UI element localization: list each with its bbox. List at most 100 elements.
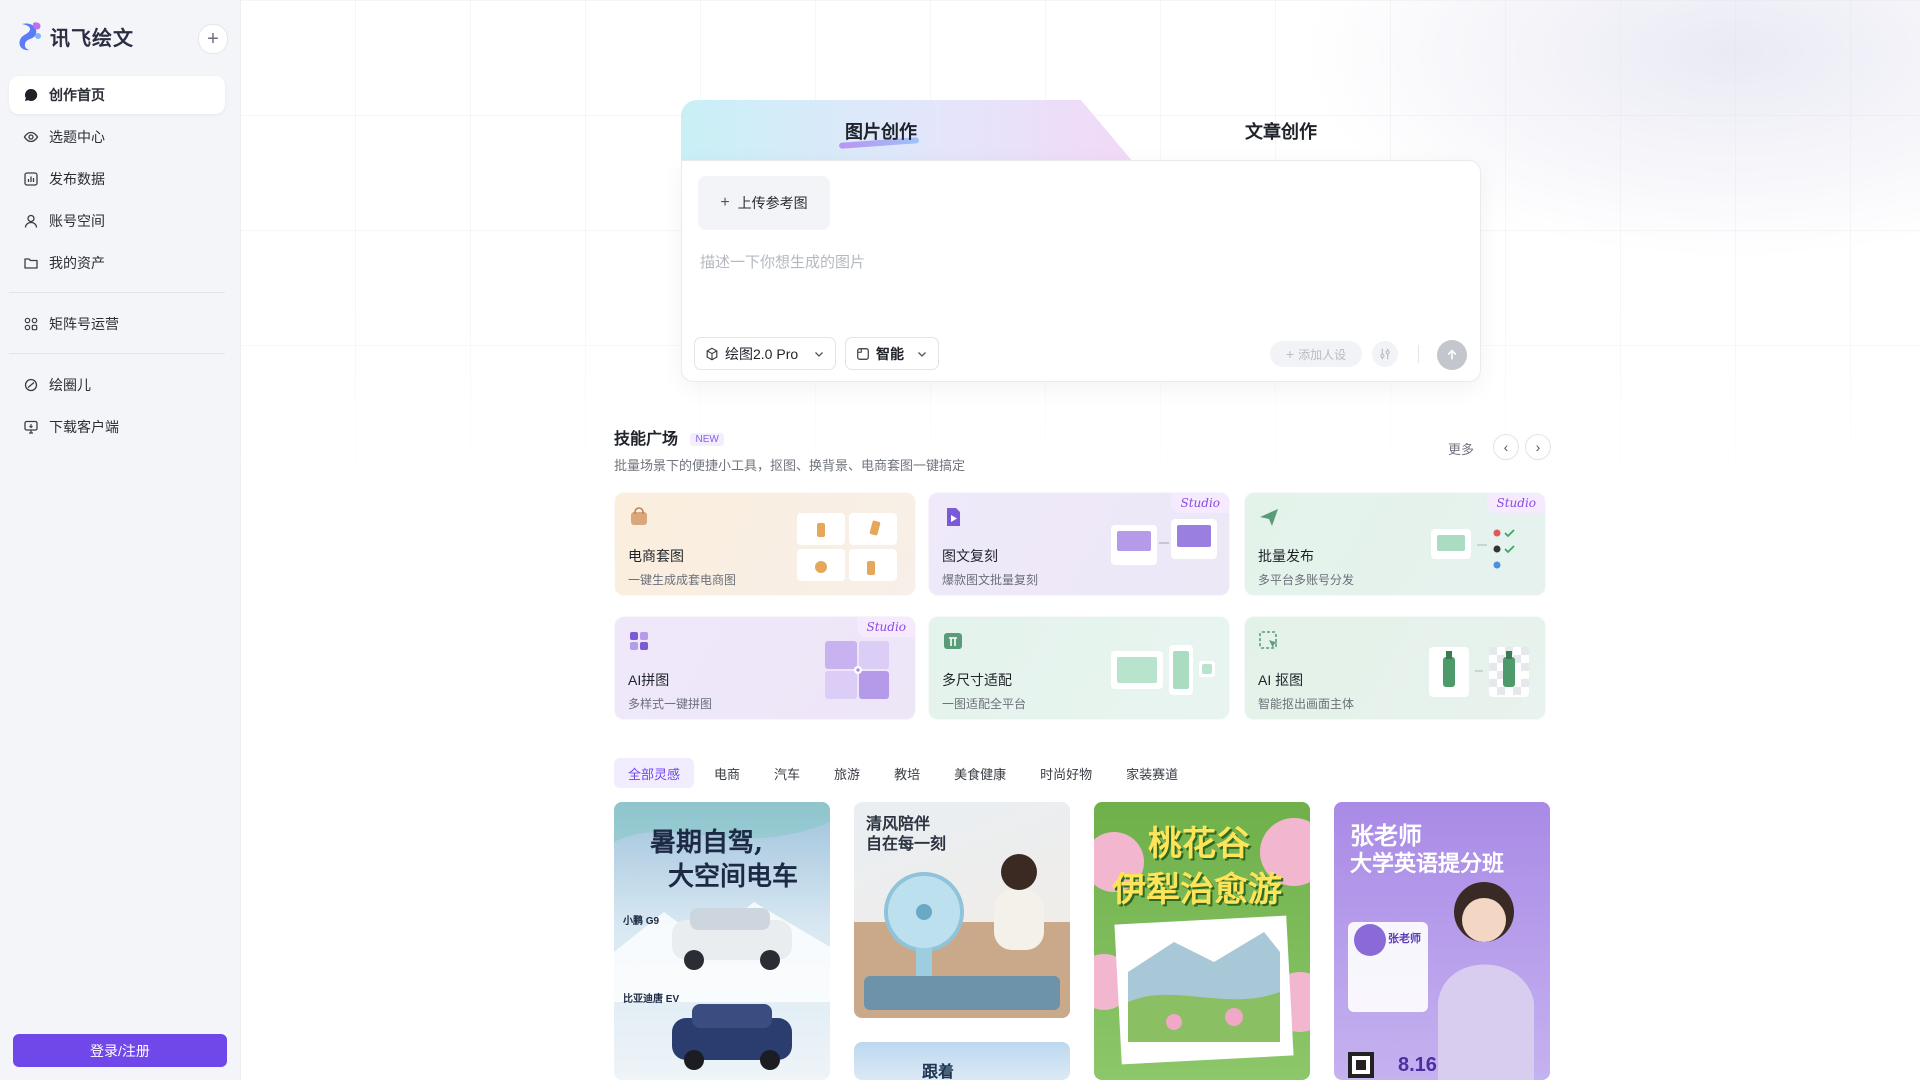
divider: [9, 353, 225, 354]
studio-badge: Studio: [1171, 493, 1229, 513]
card-title: 电商套图: [628, 548, 684, 564]
poster-label: 小鹏 G9: [623, 916, 660, 927]
poster-title: 大空间电车: [668, 862, 799, 892]
card-title: AI 抠图: [1258, 672, 1304, 688]
inspiration-card-peach-valley[interactable]: 桃花谷 伊犁治愈游: [1094, 802, 1310, 1080]
prompt-input[interactable]: [698, 249, 1462, 275]
replicate-illustration: [1111, 519, 1217, 565]
card-desc: 多平台多账号分发: [1258, 573, 1355, 587]
chat-bubble-icon: [24, 88, 38, 101]
folder-icon: [24, 258, 38, 269]
cube-icon: [706, 347, 718, 360]
new-chat-button[interactable]: +: [198, 24, 228, 54]
monitor-download-icon: [24, 420, 38, 434]
poster-title: 自在每一刻: [866, 836, 947, 853]
card-title: 批量发布: [1258, 548, 1314, 564]
inspiration-card-travel-2[interactable]: 跟着: [854, 1042, 1070, 1080]
resize-icon: [944, 633, 962, 649]
document-play-icon: [947, 508, 960, 526]
sidebar-item-label: 下载客户端: [49, 419, 119, 435]
inspiration-card-english-class[interactable]: 张老师 大学英语提分班 张老师 8.16: [1334, 802, 1550, 1080]
arrow-up-icon: [1447, 349, 1457, 360]
bar-chart-icon: [24, 172, 38, 186]
sidebar-item-label: 账号空间: [49, 213, 105, 229]
publish-illustration: [1431, 529, 1515, 569]
skill-card-replicate[interactable]: Studio 图文复刻 爆款图文批量复刻: [928, 492, 1230, 596]
cutout-icon: [1259, 631, 1278, 649]
studio-badge: Studio: [1487, 493, 1545, 513]
filter-education[interactable]: 教培: [880, 758, 934, 788]
card-title: AI拼图: [628, 672, 670, 688]
model-label: 绘图2.0 Pro: [725, 345, 799, 362]
filter-travel[interactable]: 旅游: [820, 758, 874, 788]
card-desc: 爆款图文批量复刻: [942, 573, 1039, 587]
skill-card-ai-collage[interactable]: Studio AI拼图 多样式一键拼图: [614, 616, 916, 720]
poster-title: 伊犁治愈游: [1112, 870, 1282, 910]
new-badge: NEW: [690, 433, 724, 446]
sidebar-item-my-assets[interactable]: 我的资产: [9, 244, 225, 282]
cutout-illustration: [1429, 647, 1529, 697]
login-register-button[interactable]: 登录/注册: [13, 1034, 227, 1067]
grid-tiles-icon: [630, 632, 648, 650]
settings-tune-button[interactable]: [1372, 341, 1398, 367]
tab-image-creation[interactable]: 图片创作: [845, 118, 917, 144]
aspect-ratio-icon: [857, 347, 869, 360]
sidebar-item-label: 创作首页: [49, 87, 105, 103]
paper-plane-icon: [1260, 509, 1278, 526]
sidebar-item-home[interactable]: 创作首页: [9, 76, 225, 114]
skill-card-multi-size[interactable]: 多尺寸适配 一图适配全平台: [928, 616, 1230, 720]
poster-date: 8.16: [1398, 1054, 1437, 1076]
sidebar-item-download-client[interactable]: 下载客户端: [9, 408, 225, 446]
skills-subtitle: 批量场景下的便捷小工具，抠图、换背景、电商套图一键搞定: [614, 458, 966, 473]
inspiration-card-fan[interactable]: 清风陪伴 自在每一刻: [854, 802, 1070, 1018]
collage-illustration: [825, 641, 889, 699]
card-desc: 多样式一键拼图: [628, 697, 713, 711]
shopping-bag-icon: [631, 507, 647, 525]
poster-label: 比亚迪唐 EV: [623, 994, 680, 1005]
app-logo[interactable]: 讯飞绘文: [16, 20, 134, 52]
app-name: 讯飞绘文: [50, 27, 134, 50]
filter-ecommerce[interactable]: 电商: [700, 758, 754, 788]
creation-panel: + 上传参考图 绘图2.0 Pro 智能 + 添加人设: [681, 160, 1481, 382]
sidebar-item-huiquan[interactable]: 绘圈儿: [9, 366, 225, 404]
more-link[interactable]: 更多: [1448, 439, 1474, 458]
divider: [9, 292, 225, 293]
ratio-label: 智能: [876, 345, 904, 362]
add-persona-button[interactable]: + 添加人设: [1270, 341, 1362, 367]
creation-tabs: 图片创作 文章创作: [681, 100, 1481, 162]
grid-nodes-icon: [24, 317, 38, 331]
skill-card-ai-cutout[interactable]: AI 抠图 智能抠出画面主体: [1244, 616, 1546, 720]
prev-button[interactable]: ‹: [1493, 434, 1519, 460]
filter-auto[interactable]: 汽车: [760, 758, 814, 788]
tab-article-creation[interactable]: 文章创作: [1245, 118, 1317, 144]
persona-label: 添加人设: [1298, 347, 1347, 362]
poster-title: 大学英语提分班: [1350, 851, 1505, 876]
ratio-select[interactable]: 智能: [845, 337, 939, 370]
inspiration-card-cars[interactable]: 暑期自驾, 大空间电车 小鹏 G9 比亚迪唐 EV: [614, 802, 830, 1080]
upload-reference-button[interactable]: + 上传参考图: [698, 176, 830, 230]
eye-icon: [23, 131, 39, 143]
skill-card-batch-publish[interactable]: Studio 批量发布 多平台多账号分发: [1244, 492, 1546, 596]
chevron-down-icon: [815, 351, 823, 357]
chevron-down-icon: [918, 351, 926, 357]
filter-home-decor[interactable]: 家装赛道: [1112, 758, 1192, 788]
model-select[interactable]: 绘图2.0 Pro: [694, 337, 836, 370]
skill-card-ecommerce[interactable]: 电商套图 一键生成成套电商图: [614, 492, 916, 596]
sidebar-item-account-space[interactable]: 账号空间: [9, 202, 225, 240]
next-button[interactable]: ›: [1525, 434, 1551, 460]
chevron-right-icon: ›: [1535, 439, 1541, 455]
chevron-left-icon: ‹: [1503, 439, 1509, 455]
sidebar-item-label: 选题中心: [49, 129, 105, 145]
sidebar-item-topics[interactable]: 选题中心: [9, 118, 225, 156]
user-icon: [24, 214, 38, 228]
filter-fashion[interactable]: 时尚好物: [1026, 758, 1106, 788]
filter-food-health[interactable]: 美食健康: [940, 758, 1020, 788]
sidebar-item-label: 发布数据: [49, 171, 105, 187]
upload-label: 上传参考图: [737, 195, 808, 211]
filter-all[interactable]: 全部灵感: [614, 758, 695, 788]
sidebar-item-publish-data[interactable]: 发布数据: [9, 160, 225, 198]
poster-title: 桃花谷: [1148, 824, 1250, 864]
card-title: 图文复刻: [942, 548, 998, 564]
sidebar-item-matrix[interactable]: 矩阵号运营: [9, 305, 225, 343]
send-button[interactable]: [1437, 340, 1467, 370]
